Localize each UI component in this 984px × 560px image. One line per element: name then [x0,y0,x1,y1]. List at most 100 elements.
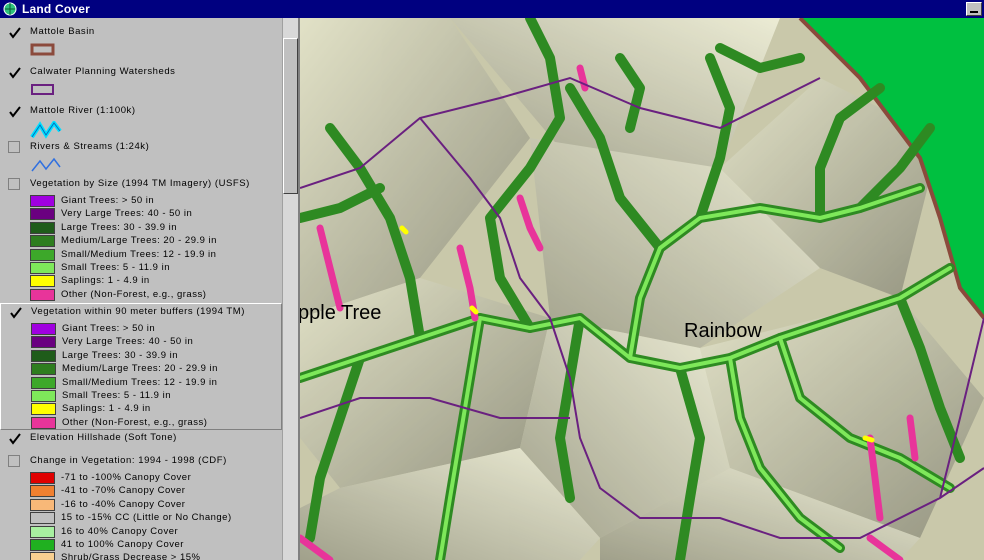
legend-entry: -71 to -100% Canopy Cover [30,472,280,485]
checkmark-icon [9,106,21,118]
legend-swatch [30,525,55,538]
legend-entry: Shrub/Grass Decrease > 15% [30,552,280,560]
theme-visibility-checkbox[interactable] [8,141,20,153]
legend-entry: Other (Non-Forest, e.g., grass) [30,288,280,302]
legend-entry-label: Saplings: 1 - 4.9 in [62,403,151,415]
legend-entry: -16 to -40% Canopy Cover [30,498,280,512]
legend-swatch [30,288,55,301]
theme-name: Elevation Hillshade (Soft Tone) [30,432,177,443]
legend-entry-label: Medium/Large Trees: 20 - 29.9 in [62,363,218,375]
theme-name: Vegetation by Size (1994 TM Imagery) (US… [30,178,250,189]
legend-entry-label: Small/Medium Trees: 12 - 19.9 in [62,376,218,388]
map-view[interactable]: pple Tree Rainbow [300,18,984,560]
legend-swatch [30,235,55,248]
legend-entry-label: -71 to -100% Canopy Cover [61,472,192,483]
legend-entry-label: Large Trees: 30 - 39.9 in [62,349,179,361]
legend-entry: Giant Trees: > 50 in [31,323,281,336]
checkmark-icon [9,27,21,39]
legend-entry-label: -16 to -40% Canopy Cover [61,498,186,510]
legend-theme[interactable]: Vegetation within 90 meter buffers (1994… [0,303,282,431]
legend-entry: Small/Medium Trees: 12 - 19.9 in [30,248,280,262]
theme-visibility-checkbox[interactable] [8,105,21,118]
legend-entry-label: Other (Non-Forest, e.g., grass) [61,288,207,300]
legend-swatch [31,336,56,349]
theme-symbol [30,82,56,101]
legend-swatch [30,262,55,274]
legend-theme[interactable]: Elevation Hillshade (Soft Tone) [0,430,282,450]
legend-entry-label: Giant Trees: > 50 in [62,323,156,334]
legend-theme[interactable]: Calwater Planning Watersheds [0,64,282,106]
legend-theme[interactable]: Mattole Basin [0,24,282,66]
legend-scrollbar[interactable] [282,18,298,560]
theme-row: Vegetation by Size (1994 TM Imagery) (US… [0,176,282,192]
legend-swatch [30,221,55,234]
theme-row: Rivers & Streams (1:24k) [0,139,282,155]
legend-entry: 16 to 40% Canopy Cover [30,525,280,539]
legend-theme[interactable]: Change in Vegetation: 1994 - 1998 (CDF) -… [0,453,282,560]
legend-entry: Saplings: 1 - 4.9 in [31,403,281,416]
legend-swatch [30,539,55,551]
legend-entry: Saplings: 1 - 4.9 in [30,275,280,288]
checkmark-icon [9,433,21,445]
window-title: Land Cover [22,2,91,16]
legend-entry-label: Very Large Trees: 40 - 50 in [62,336,194,348]
legend-swatch [30,208,55,221]
legend-swatch [30,248,55,261]
theme-row: Change in Vegetation: 1994 - 1998 (CDF) [0,453,282,469]
theme-visibility-checkbox[interactable] [8,455,20,467]
globe-icon [3,2,17,16]
theme-name: Change in Vegetation: 1994 - 1998 (CDF) [30,455,227,466]
theme-visibility-checkbox[interactable] [8,66,21,79]
theme-name: Mattole River (1:100k) [30,105,136,116]
legend-swatch [30,275,55,288]
theme-name: Mattole Basin [30,26,95,37]
legend-entry-label: Small Trees: 5 - 11.9 in [62,390,171,401]
legend-swatch [31,349,56,362]
legend-entry-label: Large Trees: 30 - 39.9 in [61,221,178,233]
legend-entry-label: Small/Medium Trees: 12 - 19.9 in [61,248,217,260]
legend-entry-label: Giant Trees: > 50 in [61,195,155,206]
legend-swatch [30,472,55,484]
legend-entry: Giant Trees: > 50 in [30,195,280,208]
legend-theme[interactable]: Rivers & Streams (1:24k) [0,139,282,181]
legend-entry: Small Trees: 5 - 11.9 in [31,390,281,403]
watershed-boundary-symbol [31,84,54,95]
legend-entry-label: Shrub/Grass Decrease > 15% [61,552,201,560]
legend-entry: Medium/Large Trees: 20 - 29.9 in [31,363,281,376]
legend-swatch [30,498,55,511]
legend-entry: -41 to -70% Canopy Cover [30,485,280,498]
legend-swatch [31,323,56,335]
legend-swatch [30,512,55,525]
legend-panel: Mattole Basin Calwater Planning Watershed… [0,18,282,560]
legend-entry-label: 41 to 100% Canopy Cover [61,539,184,550]
legend-swatch [31,403,56,416]
legend-entry-label: Other (Non-Forest, e.g., grass) [62,416,208,428]
checkmark-icon [10,307,22,319]
legend-swatch [31,390,56,402]
place-label-rainbow: Rainbow [684,320,762,342]
window-titlebar: Land Cover [0,0,984,18]
theme-visibility-checkbox[interactable] [8,26,21,39]
legend-entry: Small Trees: 5 - 11.9 in [30,262,280,275]
theme-row: Elevation Hillshade (Soft Tone) [0,430,282,446]
legend-entry: Other (Non-Forest, e.g., grass) [31,416,281,430]
stream-line-symbol [31,157,61,172]
legend-entry-label: Saplings: 1 - 4.9 in [61,275,150,287]
theme-visibility-checkbox[interactable] [9,306,22,319]
theme-visibility-checkbox[interactable] [8,178,20,190]
theme-row: Vegetation within 90 meter buffers (1994… [1,304,282,320]
theme-visibility-checkbox[interactable] [8,432,21,445]
legend-theme[interactable]: Vegetation by Size (1994 TM Imagery) (US… [0,176,282,303]
legend-entry-label: Small Trees: 5 - 11.9 in [61,262,170,273]
scrollbar-thumb[interactable] [283,38,298,194]
legend-entry-label: Very Large Trees: 40 - 50 in [61,208,193,220]
place-label-apple-tree: pple Tree [300,302,382,324]
theme-name: Rivers & Streams (1:24k) [30,141,150,152]
legend-swatch [31,416,56,429]
legend-swatch [30,485,55,498]
minimize-button[interactable] [966,2,982,16]
legend-entry-label: 15 to -15% CC (Little or No Change) [61,512,232,524]
theme-row: Calwater Planning Watersheds [0,64,282,80]
legend-entry: 41 to 100% Canopy Cover [30,539,280,552]
theme-name: Calwater Planning Watersheds [30,66,176,77]
